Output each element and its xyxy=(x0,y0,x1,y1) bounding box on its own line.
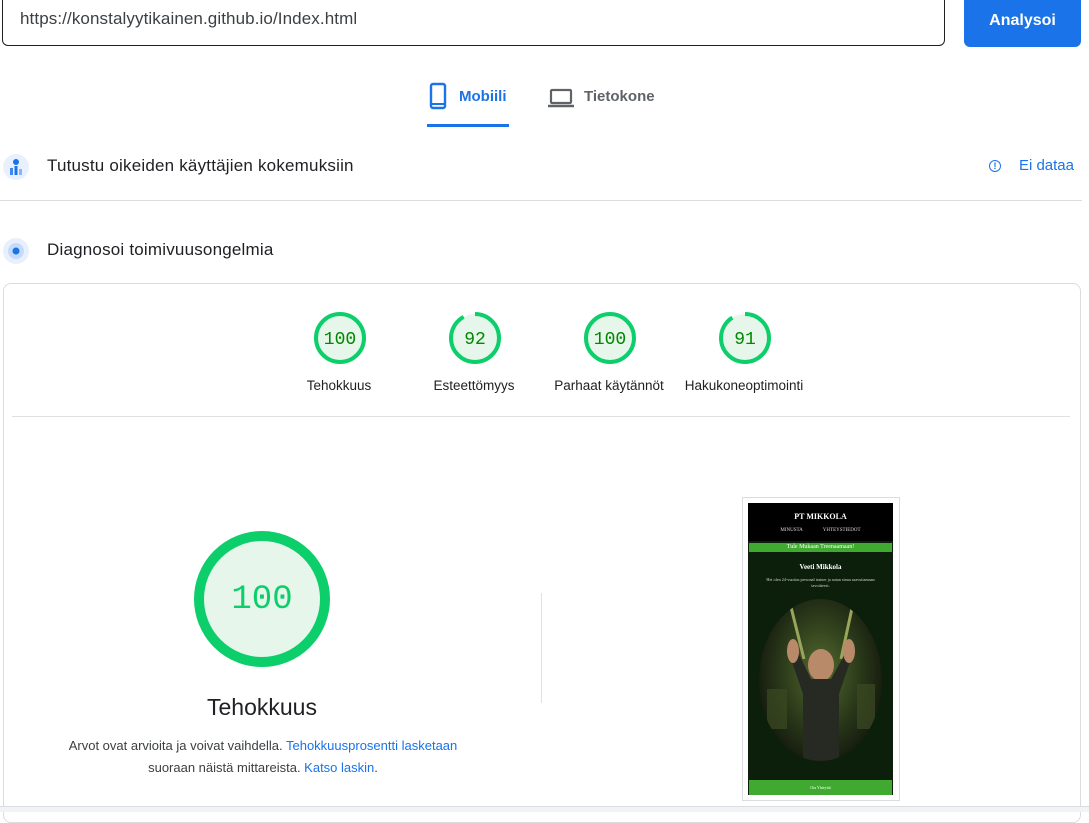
score-gauge[interactable]: 100 xyxy=(582,310,638,366)
calculator-link[interactable]: Katso laskin xyxy=(304,760,374,775)
url-input-value: https://konstalyytikainen.github.io/Inde… xyxy=(20,9,358,28)
bottom-edge xyxy=(0,806,1089,812)
tab-mobile[interactable]: Mobiili xyxy=(427,82,509,127)
screenshot-nav-item: MINUSTA xyxy=(780,528,803,533)
score-label: Hakukoneoptimointi xyxy=(684,378,804,393)
performance-score: 100 xyxy=(231,581,292,619)
score-gauge[interactable]: 91 xyxy=(717,310,773,366)
screenshot-header: PT MIKKOLA MINUSTA YHTEYSTIEDOT xyxy=(748,503,893,541)
score-gauge[interactable]: 92 xyxy=(447,310,503,366)
score-value: 100 xyxy=(594,330,626,350)
diagnose-title: Diagnosoi toimivuusongelmia xyxy=(47,240,274,259)
score-value: 92 xyxy=(464,330,486,350)
field-data-section: Tutustu oikeiden käyttäjien kokemuksiin … xyxy=(0,146,1082,201)
analyze-button[interactable]: Analysoi xyxy=(964,0,1081,47)
url-input[interactable]: https://konstalyytikainen.github.io/Inde… xyxy=(2,0,945,46)
panel-divider xyxy=(12,416,1070,417)
score-value: 91 xyxy=(734,330,756,350)
vertical-divider xyxy=(541,593,542,703)
performance-gauge: 100 xyxy=(194,531,330,667)
tab-desktop[interactable]: Tietokone xyxy=(548,82,655,124)
page-screenshot: PT MIKKOLA MINUSTA YHTEYSTIEDOT Tule Muk… xyxy=(742,497,900,801)
smartphone-icon xyxy=(429,82,447,110)
info-icon: ! xyxy=(988,159,1001,172)
tab-desktop-label: Tietokone xyxy=(584,88,655,105)
score-gauge[interactable]: 100 xyxy=(312,310,368,366)
no-data-label: Ei dataa xyxy=(1018,157,1074,174)
screenshot-site-title: PT MIKKOLA xyxy=(794,512,847,521)
diagnose-icon xyxy=(2,237,30,265)
score-value: 100 xyxy=(324,330,356,350)
score-calc-link[interactable]: Tehokkuusprosentti lasketaan xyxy=(286,738,457,753)
screenshot-footer: Ota Yhteyttä xyxy=(749,780,892,795)
performance-note: Arvot ovat arvioita ja voivat vaihdella.… xyxy=(68,738,458,775)
trainer-photo xyxy=(759,599,882,761)
laptop-icon xyxy=(548,88,574,108)
screenshot-banner: Tule Mukaan Treenaamaan! xyxy=(749,543,892,552)
field-data-title: Tutustu oikeiden käyttäjien kokemuksiin xyxy=(47,156,354,175)
screenshot-description: Hei olen 24-vuotias personal trainer ja … xyxy=(766,577,875,588)
screenshot-person-name: Veeti Mikkola xyxy=(799,563,842,571)
tab-mobile-label: Mobiili xyxy=(459,88,507,105)
no-data-link[interactable]: ! Ei dataa xyxy=(988,157,1074,174)
screenshot-nav-item: YHTEYSTIEDOT xyxy=(822,528,861,533)
performance-title: Tehokkuus xyxy=(207,694,317,720)
people-chart-icon xyxy=(2,153,30,181)
